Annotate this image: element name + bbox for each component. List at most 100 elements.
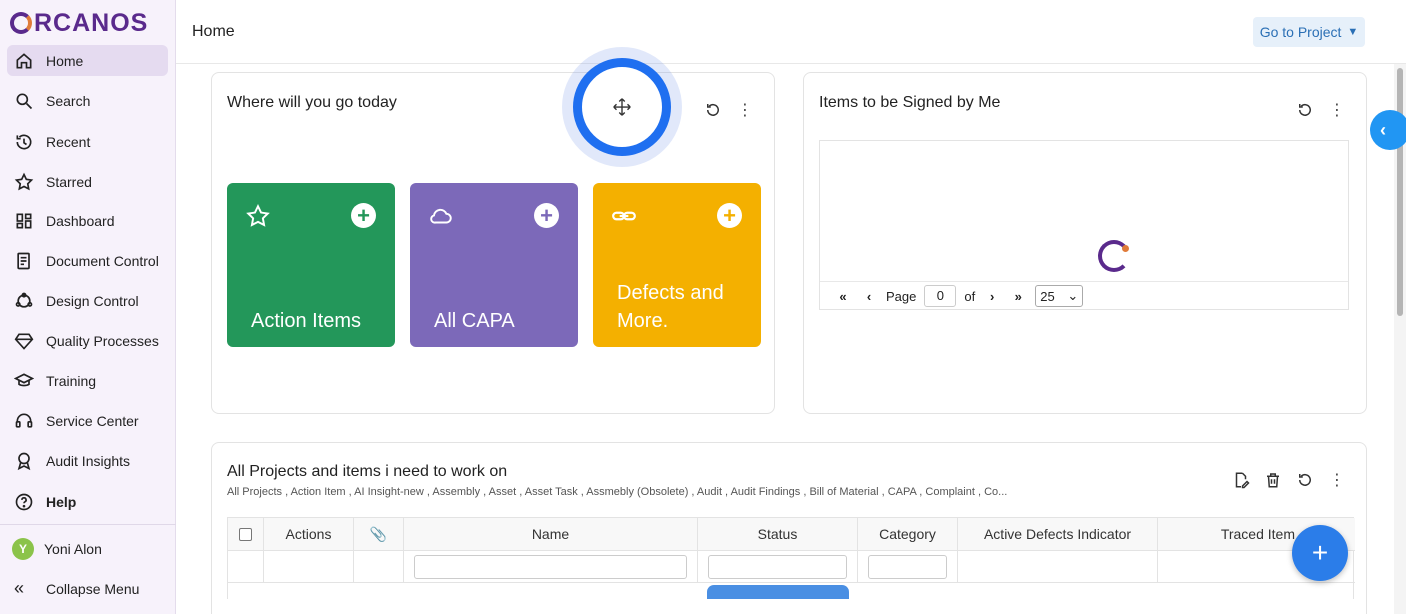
refresh-icon[interactable] bbox=[1296, 471, 1314, 489]
star-icon bbox=[246, 204, 270, 227]
prev-page-icon[interactable]: ‹ bbox=[860, 289, 878, 304]
refresh-icon[interactable] bbox=[1296, 101, 1314, 119]
sidebar-item-home[interactable]: Home bbox=[7, 45, 168, 76]
sidebar-item-label: Search bbox=[46, 92, 91, 109]
sidebar-item-starred[interactable]: Starred bbox=[7, 166, 168, 197]
sidebar-divider bbox=[0, 524, 176, 525]
sidebar-item-design-control[interactable]: Design Control bbox=[7, 285, 168, 316]
more-vertical-icon[interactable]: ⋮ bbox=[1328, 471, 1346, 489]
sidebar-item-label: Design Control bbox=[46, 292, 139, 309]
tile-label: Action Items bbox=[251, 310, 362, 332]
history-icon bbox=[14, 132, 34, 152]
add-icon[interactable]: + bbox=[351, 203, 376, 228]
column-header-category[interactable]: Category bbox=[858, 518, 958, 551]
logo-text: RCANOS bbox=[34, 8, 149, 37]
orcanos-logo[interactable]: RCANOS bbox=[10, 8, 148, 38]
column-header-attachments[interactable]: 📎 bbox=[354, 518, 404, 551]
pagination: « ‹ Page 0 of › » 25 ⌄ bbox=[820, 281, 1348, 310]
filter-cell bbox=[404, 551, 698, 583]
sidebar-item-quality-processes[interactable]: Quality Processes bbox=[7, 325, 168, 356]
sidebar-item-label: Audit Insights bbox=[46, 452, 131, 469]
column-header-active-defects-indicator[interactable]: Active Defects Indicator bbox=[958, 518, 1158, 551]
tile-label: Defects and More. bbox=[617, 282, 724, 332]
signed-widget-tools: ⋮ bbox=[1296, 101, 1346, 119]
chevron-left-icon: ‹ bbox=[1380, 119, 1386, 140]
last-page-icon[interactable]: » bbox=[1009, 289, 1027, 304]
scrollbar-thumb[interactable] bbox=[1397, 68, 1403, 316]
edit-document-icon[interactable] bbox=[1232, 471, 1250, 489]
sidebar-item-help[interactable]: Help bbox=[7, 486, 168, 517]
page-label: Page bbox=[886, 288, 917, 304]
signed-widget-title: Items to be Signed by Me bbox=[819, 94, 1001, 111]
filter-cell bbox=[228, 551, 264, 583]
sidebar-item-service-center[interactable]: Service Center bbox=[7, 405, 168, 436]
select-all-cell bbox=[228, 518, 264, 551]
sidebar-item-recent[interactable]: Recent bbox=[7, 126, 168, 157]
sidebar-item-label: Dashboard bbox=[46, 212, 115, 229]
go-to-project-label: Go to Project bbox=[1259, 24, 1342, 40]
search-icon bbox=[14, 91, 34, 111]
collapse-menu-button[interactable]: « Collapse Menu bbox=[14, 578, 139, 599]
home-icon bbox=[14, 51, 34, 71]
sidebar-item-label: Recent bbox=[46, 133, 91, 150]
tile-label: All CAPA bbox=[434, 310, 515, 332]
collapse-menu-label: Collapse Menu bbox=[46, 580, 140, 597]
name-filter-input[interactable] bbox=[414, 555, 687, 579]
delete-icon[interactable] bbox=[1264, 471, 1282, 489]
add-fab-button[interactable]: + bbox=[1292, 525, 1348, 581]
add-icon[interactable]: + bbox=[717, 203, 742, 228]
side-panel-toggle-button[interactable]: ‹ bbox=[1370, 110, 1406, 150]
tile-action-items[interactable]: + Action Items bbox=[227, 183, 395, 347]
logo-o-mark bbox=[10, 12, 32, 34]
graduation-cap-icon bbox=[14, 371, 34, 391]
document-icon bbox=[14, 251, 34, 271]
page-number-input[interactable]: 0 bbox=[924, 285, 957, 307]
next-page-icon[interactable]: › bbox=[983, 289, 1001, 304]
quick-tiles: + Action Items + All CAPA + Defects and … bbox=[227, 183, 761, 347]
sidebar-item-document-control[interactable]: Document Control bbox=[7, 245, 168, 276]
select-all-checkbox[interactable] bbox=[239, 527, 252, 541]
app-root: RCANOS Home Search Recent Starred Dashbo… bbox=[0, 0, 1406, 614]
headset-icon bbox=[14, 411, 34, 431]
sidebar-item-dashboard[interactable]: Dashboard bbox=[7, 205, 168, 236]
sidebar-item-search[interactable]: Search bbox=[7, 85, 168, 116]
filter-cell bbox=[264, 551, 354, 583]
signed-items-grid: « ‹ Page 0 of › » 25 ⌄ bbox=[819, 140, 1349, 310]
column-header-status[interactable]: Status bbox=[698, 518, 858, 551]
where-widget-title: Where will you go today bbox=[227, 94, 397, 111]
go-to-project-button[interactable]: Go to Project ▼ bbox=[1253, 17, 1365, 47]
filter-cell bbox=[858, 551, 958, 583]
avatar: Y bbox=[12, 538, 34, 560]
page-size-select[interactable]: 25 ⌄ bbox=[1035, 285, 1084, 307]
status-filter-input[interactable] bbox=[708, 555, 847, 579]
sidebar-item-label: Help bbox=[46, 493, 77, 510]
sidebar: RCANOS Home Search Recent Starred Dashbo… bbox=[0, 0, 176, 614]
plus-icon: + bbox=[1311, 537, 1329, 568]
signed-widget: Items to be Signed by Me ⋮ « ‹ Page 0 of… bbox=[803, 72, 1367, 414]
projects-widget-title: All Projects and items i need to work on bbox=[227, 463, 508, 480]
category-filter-input[interactable] bbox=[868, 555, 947, 579]
star-icon bbox=[14, 172, 34, 192]
user-profile[interactable]: Y Yoni Alon bbox=[12, 538, 102, 560]
sidebar-item-training[interactable]: Training bbox=[7, 365, 168, 396]
add-icon[interactable]: + bbox=[534, 203, 559, 228]
tile-defects-and-more[interactable]: + Defects and More. bbox=[593, 183, 761, 347]
first-page-icon[interactable]: « bbox=[834, 289, 852, 304]
user-name: Yoni Alon bbox=[44, 541, 102, 557]
design-icon bbox=[14, 291, 34, 311]
link-icon bbox=[612, 211, 636, 221]
filter-cell bbox=[698, 551, 858, 583]
projects-widget: All Projects and items i need to work on… bbox=[211, 442, 1367, 614]
sidebar-item-audit-insights[interactable]: Audit Insights bbox=[7, 445, 168, 476]
more-vertical-icon[interactable]: ⋮ bbox=[1328, 101, 1346, 119]
where-widget-tools: ⋮ bbox=[704, 101, 754, 119]
sidebar-item-label: Service Center bbox=[46, 412, 139, 429]
column-header-actions[interactable]: Actions bbox=[264, 518, 354, 551]
column-header-name[interactable]: Name bbox=[404, 518, 698, 551]
award-icon bbox=[14, 451, 34, 471]
refresh-icon[interactable] bbox=[704, 101, 722, 119]
sidebar-item-label: Document Control bbox=[46, 252, 159, 269]
more-vertical-icon[interactable]: ⋮ bbox=[736, 101, 754, 119]
chevron-down-icon: ▼ bbox=[1347, 26, 1359, 38]
tile-all-capa[interactable]: + All CAPA bbox=[410, 183, 578, 347]
